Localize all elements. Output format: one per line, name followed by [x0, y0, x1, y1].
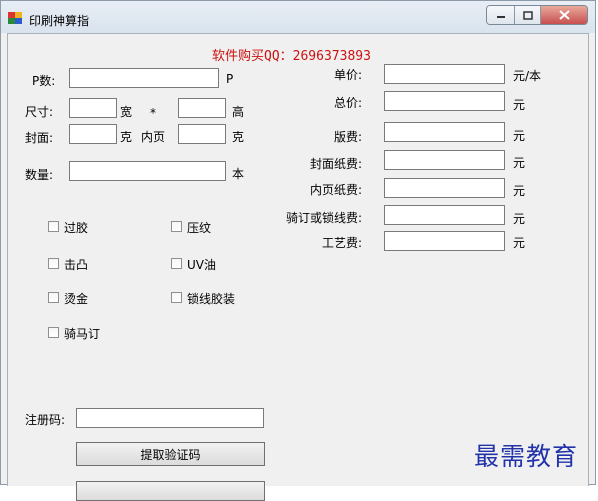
title-bar[interactable]: 印刷神算指 [1, 1, 595, 33]
close-button[interactable] [541, 6, 587, 24]
craft-fee-label: 工艺费: [321, 236, 362, 250]
binding-fee-unit: 元 [513, 212, 526, 226]
main-window: 印刷神算指 软件购买QQ：2696373893 P数: P 尺寸: 宽 * 高 … [0, 0, 596, 501]
registration-code-input[interactable] [76, 408, 264, 428]
partial-bottom-button[interactable] [76, 481, 265, 501]
close-icon [558, 10, 570, 20]
deboss-label: 击凸 [64, 258, 89, 272]
p-count-label: P数: [32, 74, 56, 88]
plate-fee-unit: 元 [513, 129, 526, 143]
maximize-button[interactable] [515, 6, 541, 24]
height-input[interactable] [178, 98, 226, 118]
window-title: 印刷神算指 [29, 14, 90, 28]
deboss-checkbox[interactable] [48, 258, 59, 269]
quantity-label: 数量: [25, 168, 54, 182]
app-icon [8, 12, 22, 24]
emboss-pattern-label: 压纹 [187, 221, 212, 235]
form-area: 软件购买QQ：2696373893 P数: P 尺寸: 宽 * 高 封面: 克 … [7, 33, 589, 501]
total-price-output[interactable] [384, 91, 505, 111]
gold-foil-checkbox[interactable] [48, 292, 59, 303]
p-count-input[interactable] [69, 68, 219, 88]
inner-weight-input[interactable] [178, 124, 226, 144]
inner-unit-label: 克 [232, 130, 245, 144]
get-verification-code-button[interactable]: 提取验证码 [76, 442, 265, 466]
registration-label: 注册码: [25, 413, 66, 427]
cover-unit-label: 克 [120, 130, 133, 144]
window-controls [486, 5, 588, 25]
binding-fee-output[interactable] [384, 205, 505, 225]
unit-price-output[interactable] [384, 64, 505, 84]
uv-oil-checkbox[interactable] [171, 258, 182, 269]
thread-binding-checkbox[interactable] [171, 292, 182, 303]
craft-fee-unit: 元 [513, 236, 526, 250]
emboss-pattern-checkbox[interactable] [171, 221, 182, 232]
width-unit-label: 宽 [120, 105, 133, 119]
thread-binding-label: 锁线胶装 [187, 292, 236, 306]
cover-paper-fee-unit: 元 [513, 156, 526, 170]
inner-label: 内页 [141, 130, 166, 144]
saddle-stitch-label: 骑马订 [64, 327, 101, 341]
cover-label: 封面: [25, 131, 54, 145]
promo-text: 软件购买QQ：2696373893 [212, 49, 371, 64]
minimize-icon [496, 16, 505, 18]
maximize-icon [522, 10, 533, 20]
minimize-button[interactable] [487, 6, 515, 24]
uv-oil-label: UV油 [187, 258, 216, 272]
inner-paper-fee-output[interactable] [384, 178, 505, 198]
width-input[interactable] [69, 98, 117, 118]
cover-paper-fee-label: 封面纸费: [309, 157, 362, 171]
plate-fee-label: 版费: [333, 130, 362, 144]
gold-foil-label: 烫金 [64, 292, 89, 306]
laminate-label: 过胶 [64, 221, 89, 235]
saddle-stitch-checkbox[interactable] [48, 327, 59, 338]
laminate-checkbox[interactable] [48, 221, 59, 232]
quantity-unit-label: 本 [232, 167, 245, 181]
quantity-input[interactable] [69, 161, 226, 181]
total-price-unit: 元 [513, 98, 526, 112]
inner-paper-fee-label: 内页纸费: [309, 183, 362, 197]
binding-fee-label: 骑订或锁线费: [285, 211, 362, 225]
times-sign: * [150, 106, 156, 120]
unit-price-unit: 元/本 [513, 69, 542, 83]
cover-paper-fee-output[interactable] [384, 150, 505, 170]
height-unit-label: 高 [232, 105, 245, 119]
inner-paper-fee-unit: 元 [513, 184, 526, 198]
cover-weight-input[interactable] [69, 124, 117, 144]
watermark-text: 最需教育 [474, 442, 579, 471]
unit-price-label: 单价: [333, 68, 362, 82]
size-label: 尺寸: [25, 105, 54, 119]
total-price-label: 总价: [333, 96, 362, 110]
p-unit-label: P [226, 72, 234, 86]
plate-fee-output[interactable] [384, 122, 505, 142]
craft-fee-output[interactable] [384, 231, 505, 251]
